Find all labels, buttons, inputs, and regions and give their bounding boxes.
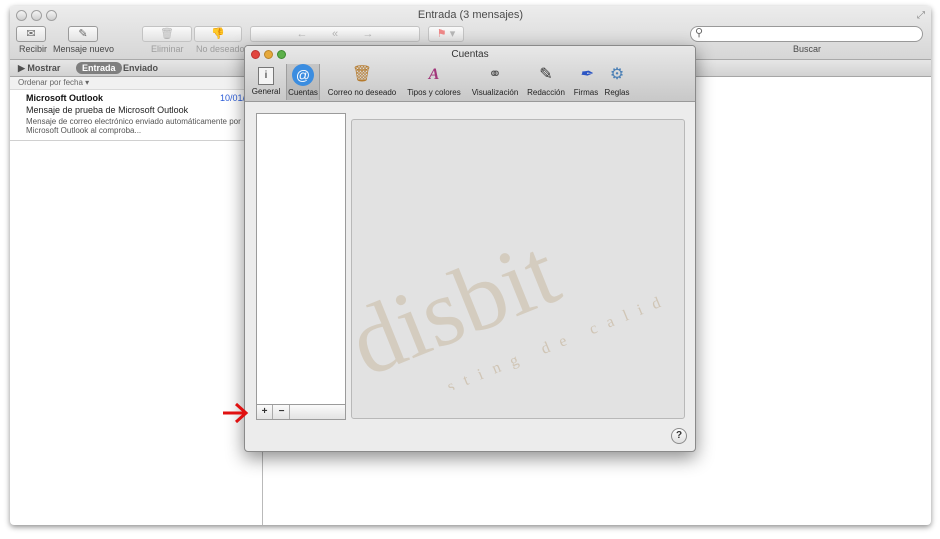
signatures-icon: ✒: [579, 66, 593, 83]
pref-viewing[interactable]: ⚭ Visualización: [469, 64, 521, 100]
viewing-icon: ⚭: [488, 66, 502, 83]
junk-button[interactable]: 👎: [194, 26, 242, 42]
sort-bar[interactable]: Ordenar por fecha ▾: [10, 77, 262, 90]
pref-rules[interactable]: ⚙ Reglas: [603, 64, 631, 100]
dialog-title: Cuentas: [451, 49, 489, 60]
get-mail-button[interactable]: ✉: [16, 26, 46, 42]
window-title: Entrada (3 mensajes): [417, 9, 524, 21]
message-preview: Mensaje de correo electrónico enviado au…: [26, 117, 241, 135]
forward-icon: →: [362, 28, 374, 40]
message-date: 10/01/: [220, 93, 246, 103]
thumbs-down-icon: 👎: [211, 28, 225, 40]
message-row[interactable]: Microsoft Outlook 10/01/ Mensaje de prue…: [10, 91, 262, 141]
pref-accounts[interactable]: @ Cuentas: [286, 64, 320, 100]
accounts-preferences-dialog: Cuentas i General @ Cuentas 🗑 Correo no …: [244, 45, 696, 452]
general-icon: i: [258, 67, 274, 85]
preferences-toolbar: Cuentas i General @ Cuentas 🗑 Correo no …: [245, 46, 695, 102]
envelope-icon: ✉: [26, 28, 36, 40]
pref-junk-mail[interactable]: 🗑 Correo no deseado: [325, 64, 399, 100]
pref-signatures[interactable]: ✒ Firmas: [572, 64, 600, 100]
accounts-list-footer: + −: [256, 404, 346, 420]
flag-button[interactable]: ⚑ ▾: [428, 26, 464, 42]
composing-icon: ✎: [539, 66, 553, 83]
delete-button[interactable]: 🗑: [142, 26, 192, 42]
fav-inbox[interactable]: Entrada: [76, 62, 122, 74]
message-subject: Mensaje de prueba de Microsoft Outlook: [26, 105, 189, 115]
red-arrow-icon: [223, 402, 249, 424]
at-icon: @: [292, 64, 314, 86]
junk-mail-icon: 🗑: [351, 66, 373, 83]
delete-label: Eliminar: [151, 44, 184, 54]
get-mail-label: Recibir: [19, 44, 48, 54]
remove-account-button[interactable]: −: [274, 405, 290, 419]
search-icon: ⚲: [695, 27, 704, 39]
new-message-button[interactable]: ✎: [68, 26, 98, 42]
new-message-label: Mensaje nuevo: [53, 44, 115, 54]
help-button[interactable]: ?: [671, 428, 687, 444]
reply-icon: ←: [296, 28, 308, 40]
pref-general[interactable]: i General: [249, 64, 283, 100]
trash-icon: 🗑: [160, 28, 174, 40]
compose-icon: ✎: [78, 28, 88, 40]
pref-composing[interactable]: ✎ Redacción: [526, 64, 566, 100]
add-account-button[interactable]: +: [257, 405, 273, 419]
message-sender: Microsoft Outlook: [26, 93, 103, 103]
reply-all-icon: «: [331, 28, 339, 40]
fonts-colors-icon: A: [428, 66, 440, 83]
account-detail-panel: [351, 119, 685, 419]
fav-sent[interactable]: Enviado: [123, 63, 158, 73]
search-label: Buscar: [793, 44, 822, 54]
fullscreen-icon[interactable]: ⤢: [917, 10, 925, 21]
pref-fonts-colors[interactable]: A Tipos y colores: [404, 64, 464, 100]
flag-icon: ⚑: [436, 28, 447, 40]
junk-label: No deseado: [196, 44, 245, 54]
rules-icon: ⚙: [609, 66, 625, 83]
show-mailboxes-button[interactable]: ▶ Mostrar: [18, 63, 60, 74]
search-field[interactable]: ⚲: [690, 26, 923, 42]
accounts-list[interactable]: [256, 113, 346, 420]
reply-group[interactable]: ← « →: [250, 26, 420, 42]
